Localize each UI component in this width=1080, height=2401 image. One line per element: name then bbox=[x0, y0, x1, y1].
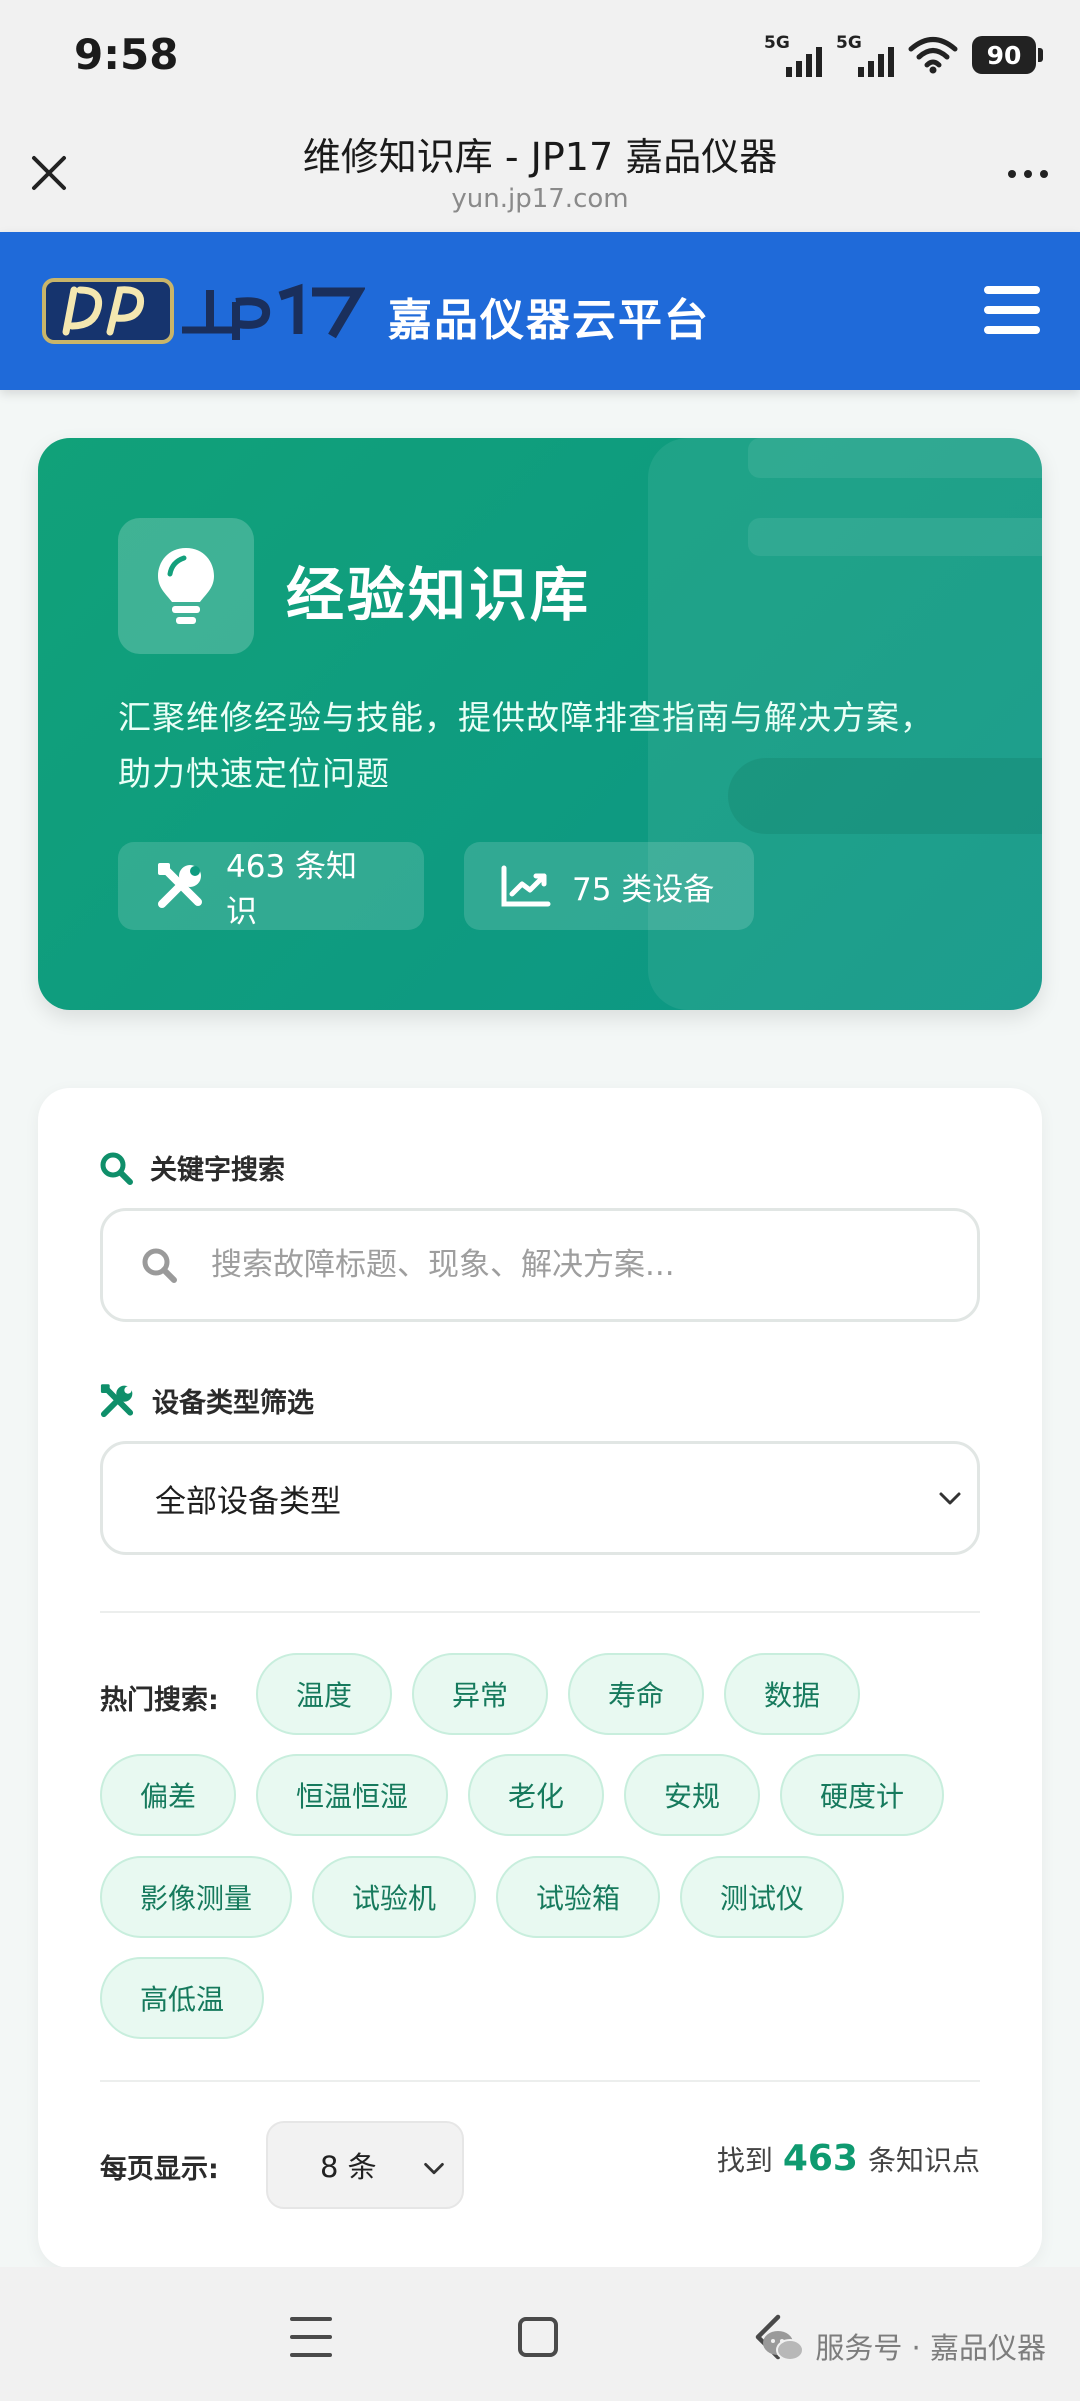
device-type-filter-label: 设备类型筛选 bbox=[98, 1381, 314, 1420]
hot-tag[interactable]: 试验箱 bbox=[496, 1856, 660, 1938]
device-type-select[interactable]: 全部设备类型 bbox=[100, 1441, 980, 1555]
watermark: 服务号 · 嘉品仪器 bbox=[761, 2325, 1046, 2367]
page-url: yun.jp17.com bbox=[451, 184, 629, 214]
more-button[interactable] bbox=[998, 152, 1058, 196]
result-prefix: 找到 bbox=[716, 2144, 773, 2177]
signal-bars-icon bbox=[858, 47, 894, 77]
menu-icon bbox=[290, 2317, 332, 2321]
hot-tag[interactable]: 寿命 bbox=[568, 1653, 704, 1735]
site-nav: 嘉品仪器云平台 bbox=[0, 232, 1080, 390]
battery-indicator: 90 bbox=[972, 36, 1043, 74]
tools-icon bbox=[100, 1383, 134, 1417]
knowledge-count-badge: 463 条知识 bbox=[118, 842, 424, 930]
more-icon bbox=[1040, 170, 1048, 178]
status-bar: 9:58 5G 5G 90 bbox=[0, 0, 1080, 112]
hot-tag[interactable]: 高低温 bbox=[100, 1957, 264, 2039]
hot-tag[interactable]: 恒温恒湿 bbox=[256, 1754, 448, 1836]
hot-tag[interactable]: 硬度计 bbox=[780, 1754, 944, 1836]
hot-tag[interactable]: 安规 bbox=[624, 1754, 760, 1836]
keyword-search-label: 关键字搜索 bbox=[98, 1148, 285, 1187]
per-page-label: 每页显示: bbox=[100, 2154, 219, 2185]
more-icon bbox=[1024, 170, 1032, 178]
keyword-search-label-text: 关键字搜索 bbox=[150, 1155, 285, 1186]
chevron-down-icon bbox=[424, 2162, 444, 2175]
device-count-text: 75 类设备 bbox=[572, 871, 715, 908]
browser-header: 维修知识库 - JP17 嘉品仪器 yun.jp17.com bbox=[0, 112, 1080, 232]
hamburger-icon bbox=[984, 286, 1040, 294]
hamburger-icon bbox=[984, 306, 1040, 314]
search-icon bbox=[142, 1248, 177, 1283]
device-type-selected: 全部设备类型 bbox=[155, 1483, 341, 1520]
hot-tag[interactable]: 影像测量 bbox=[100, 1856, 292, 1938]
device-type-filter-label-text: 设备类型筛选 bbox=[152, 1388, 314, 1419]
hot-tag[interactable]: 试验机 bbox=[312, 1856, 476, 1938]
hot-tag[interactable]: 测试仪 bbox=[680, 1856, 844, 1938]
hot-tag[interactable]: 异常 bbox=[412, 1653, 548, 1735]
close-icon bbox=[32, 156, 66, 190]
chevron-down-icon bbox=[939, 1492, 961, 1505]
jp17-logo-icon bbox=[42, 278, 366, 344]
status-icons: 5G 5G 90 bbox=[764, 30, 1043, 80]
search-input[interactable] bbox=[209, 1246, 929, 1284]
hero-description: 汇聚维修经验与技能，提供故障排查指南与解决方案，助力快速定位问题 bbox=[118, 698, 934, 793]
hero-card: 经验知识库 汇聚维修经验与技能，提供故障排查指南与解决方案，助力快速定位问题 4… bbox=[38, 438, 1042, 1010]
result-suffix: 条知识点 bbox=[867, 2144, 980, 2177]
result-number: 463 bbox=[782, 2138, 858, 2179]
signal-1: 5G bbox=[764, 33, 822, 77]
divider bbox=[100, 2080, 980, 2082]
hot-tag[interactable]: 偏差 bbox=[100, 1754, 236, 1836]
hot-search-label: 热门搜索: bbox=[100, 1685, 219, 1716]
search-icon bbox=[100, 1152, 133, 1185]
close-button[interactable] bbox=[24, 148, 74, 198]
hot-tag[interactable]: 温度 bbox=[256, 1653, 392, 1735]
search-field[interactable] bbox=[100, 1208, 980, 1322]
hero-icon-box bbox=[118, 518, 254, 654]
system-nav-bar: 服务号 · 嘉品仪器 bbox=[0, 2267, 1080, 2401]
per-page-value: 8 条 bbox=[320, 2150, 377, 2184]
device-count-badge: 75 类设备 bbox=[464, 842, 754, 930]
per-page-select[interactable]: 8 条 bbox=[266, 2121, 464, 2209]
recent-apps-button[interactable] bbox=[290, 2317, 332, 2357]
more-icon bbox=[1008, 170, 1016, 178]
hot-tag[interactable]: 数据 bbox=[724, 1653, 860, 1735]
signal-2: 5G bbox=[836, 33, 894, 77]
status-time: 9:58 bbox=[74, 30, 179, 79]
hot-tag[interactable]: 老化 bbox=[468, 1754, 604, 1836]
site-logo[interactable] bbox=[40, 274, 366, 350]
knowledge-count-text: 463 条知识 bbox=[226, 849, 358, 930]
menu-icon bbox=[290, 2353, 332, 2357]
tools-icon bbox=[158, 863, 202, 908]
chart-line-icon bbox=[501, 865, 551, 907]
platform-name: 嘉品仪器云平台 bbox=[388, 295, 710, 346]
hamburger-icon bbox=[984, 326, 1040, 334]
wifi-icon bbox=[908, 37, 958, 74]
wechat-icon bbox=[763, 2331, 805, 2361]
page-title: 维修知识库 - JP17 嘉品仪器 bbox=[302, 135, 778, 179]
hero-title: 经验知识库 bbox=[286, 561, 592, 629]
signal-bars-icon bbox=[786, 47, 822, 77]
menu-icon bbox=[290, 2335, 332, 2339]
result-count: 找到 463 条知识点 bbox=[717, 2138, 980, 2179]
home-button[interactable] bbox=[518, 2317, 558, 2357]
site-menu-button[interactable] bbox=[984, 286, 1040, 334]
lightbulb-icon bbox=[158, 548, 214, 624]
watermark-text: 服务号 · 嘉品仪器 bbox=[815, 2331, 1046, 2365]
divider bbox=[100, 1611, 980, 1613]
filter-panel: 关键字搜索 设备类型筛选 全部设备类型 热门搜索: 温度 异常 寿命 数据 偏差… bbox=[38, 1088, 1042, 2268]
